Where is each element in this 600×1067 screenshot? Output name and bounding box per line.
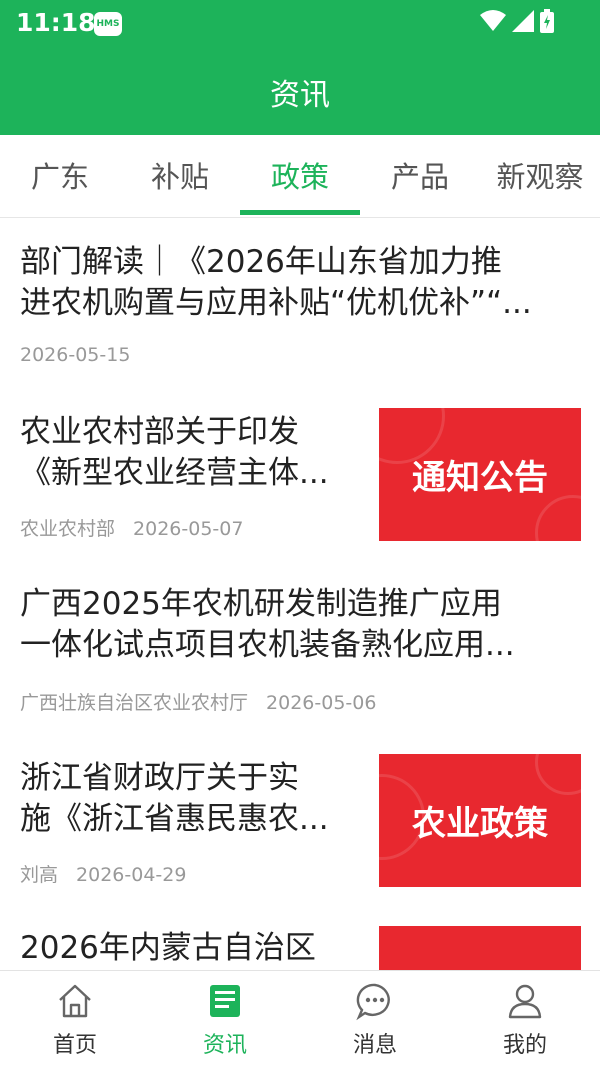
article-item[interactable]: 广西2025年农机研发制造推广应用 一体化试点项目农机装备熟化应用... 广西壮… <box>0 560 600 734</box>
article-date: 2026-05-07 <box>133 518 244 540</box>
article-date: 2026-05-15 <box>20 344 131 366</box>
nav-home-label: 首页 <box>52 1033 97 1058</box>
article-title: 广西2025年农机研发制造推广应用 一体化试点项目农机装备熟化应用... <box>20 586 515 663</box>
nav-news[interactable]: 资讯 <box>150 971 300 1067</box>
article-thumbnail: 通知公告 <box>379 408 581 541</box>
nav-messages[interactable]: 消息 <box>300 971 450 1067</box>
active-tab-indicator <box>240 210 360 215</box>
profile-icon <box>508 984 542 1019</box>
article-meta: 农业农村部 2026-05-07 <box>20 514 243 541</box>
tab-subsidy[interactable]: 补贴 <box>120 135 240 215</box>
article-date: 2026-04-29 <box>76 864 187 886</box>
nav-profile[interactable]: 我的 <box>450 971 600 1067</box>
page-title: 资讯 <box>270 78 330 113</box>
article-list: 部门解读｜《2026年山东省加力推 进农机购置与应用补贴“优机优补”“... 2… <box>0 218 600 970</box>
article-item[interactable]: 部门解读｜《2026年山东省加力推 进农机购置与应用补贴“优机优补”“... 2… <box>0 218 600 388</box>
nav-news-label: 资讯 <box>202 1033 247 1058</box>
article-item[interactable]: 2026年内蒙古自治区 <box>0 906 600 970</box>
nav-messages-label: 消息 <box>352 1033 397 1058</box>
article-meta: 广西壮族自治区农业农村厅 2026-05-06 <box>20 688 376 715</box>
article-thumbnail: 农业政策 <box>379 754 581 887</box>
article-meta: 2026-05-15 <box>20 344 130 366</box>
nav-profile-label: 我的 <box>502 1033 547 1058</box>
hms-badge-icon: HMS <box>94 12 122 36</box>
message-icon <box>356 983 390 1021</box>
bottom-navigation: 首页 资讯 消息 我的 <box>0 970 600 1067</box>
battery-icon <box>540 9 554 33</box>
article-thumbnail <box>379 926 581 970</box>
app-header: 11:18 HMS 资讯 <box>0 0 600 135</box>
tab-new-observation[interactable]: 新观察 <box>480 135 600 215</box>
article-meta: 刘高 2026-04-29 <box>20 860 186 887</box>
article-title: 2026年内蒙古自治区 <box>20 930 316 966</box>
article-title: 农业农村部关于印发 《新型农业经营主体... <box>20 414 329 491</box>
category-tabs: 广东 补贴 政策 产品 新观察 <box>0 135 600 218</box>
status-bar: 11:18 HMS <box>0 0 600 48</box>
tab-guangdong[interactable]: 广东 <box>0 135 120 215</box>
signal-icon <box>512 10 534 32</box>
home-icon <box>59 984 91 1018</box>
status-time: 11:18 <box>16 8 96 37</box>
tab-products[interactable]: 产品 <box>360 135 480 215</box>
nav-home[interactable]: 首页 <box>0 971 150 1067</box>
tab-policy[interactable]: 政策 <box>240 135 360 215</box>
article-item[interactable]: 浙江省财政厅关于实 施《浙江省惠民惠农... 刘高 2026-04-29 农业政策 <box>0 734 600 906</box>
article-date: 2026-05-06 <box>266 692 377 714</box>
article-source: 广西壮族自治区农业农村厅 <box>20 692 249 714</box>
article-title: 部门解读｜《2026年山东省加力推 进农机购置与应用补贴“优机优补”“... <box>20 244 532 321</box>
wifi-icon <box>480 10 506 31</box>
article-title: 浙江省财政厅关于实 施《浙江省惠民惠农... <box>20 760 329 837</box>
article-source: 刘高 <box>20 864 59 886</box>
article-item[interactable]: 农业农村部关于印发 《新型农业经营主体... 农业农村部 2026-05-07 通… <box>0 388 600 560</box>
article-source: 农业农村部 <box>20 518 116 540</box>
news-icon <box>210 985 240 1017</box>
system-icons <box>480 9 554 33</box>
